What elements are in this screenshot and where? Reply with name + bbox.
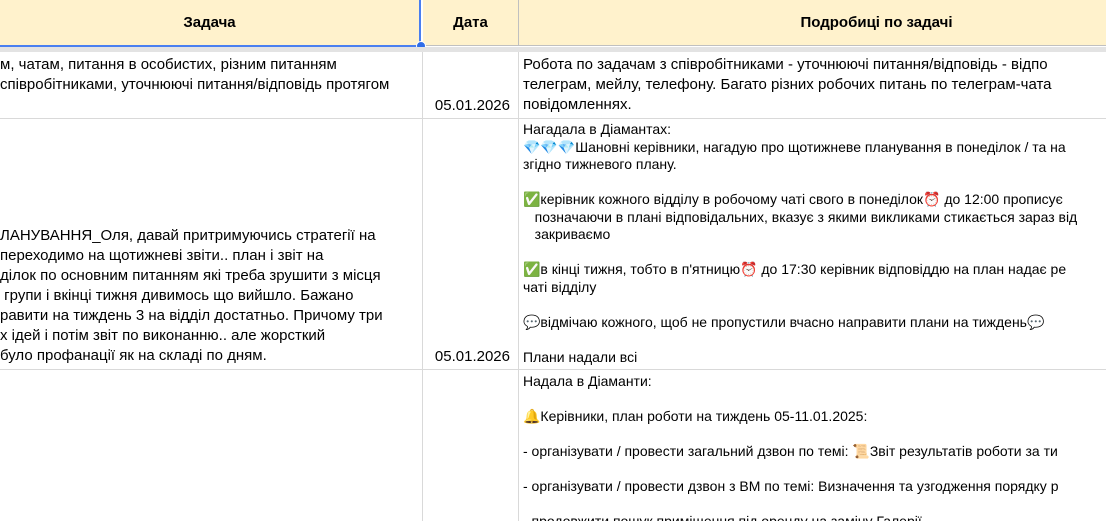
details-cell[interactable]: Робота по задачам з співробітниками - ут… [519, 52, 1106, 118]
task-cell[interactable]: ЛАНУВАННЯ_Оля, давай притримуючись страт… [0, 119, 422, 369]
task-text: ЛАНУВАННЯ_Оля, давай притримуючись страт… [0, 227, 383, 364]
column-header-details-label: Подробиці по задачі [800, 14, 953, 31]
column-header-task[interactable]: Задача [0, 0, 421, 46]
column-header-task-label: Задача [183, 14, 236, 31]
column-header-details[interactable]: Подробиці по задачі [519, 0, 1106, 46]
details-text: Нагадала в Діамантах: 💎💎💎Шановні керівни… [523, 121, 1078, 365]
details-cell[interactable]: Надала в Діаманти: 🔔Керівники, план робо… [519, 370, 1106, 521]
date-text: 05.01.2026 [434, 348, 510, 365]
date-text: 05.01.2026 [434, 97, 510, 114]
column-header-date-label: Дата [453, 14, 488, 31]
column-header-date[interactable]: Дата [423, 0, 519, 46]
spreadsheet-grid: Задача Дата Подробиці по задачі м, чатам… [0, 0, 1106, 521]
details-text: Надала в Діаманти: 🔔Керівники, план робо… [523, 373, 1059, 521]
details-cell[interactable]: Нагадала в Діамантах: 💎💎💎Шановні керівни… [519, 119, 1106, 369]
task-text: м, чатам, питання в особистих, різним пи… [0, 56, 390, 93]
date-cell[interactable]: 05.01.2026 [423, 119, 518, 369]
task-cell[interactable] [0, 370, 422, 521]
date-cell[interactable] [423, 370, 518, 521]
date-cell[interactable]: 05.01.2026 [423, 52, 518, 118]
details-text: Робота по задачам з співробітниками - ут… [523, 56, 1052, 113]
task-cell[interactable]: м, чатам, питання в особистих, різним пи… [0, 52, 422, 118]
